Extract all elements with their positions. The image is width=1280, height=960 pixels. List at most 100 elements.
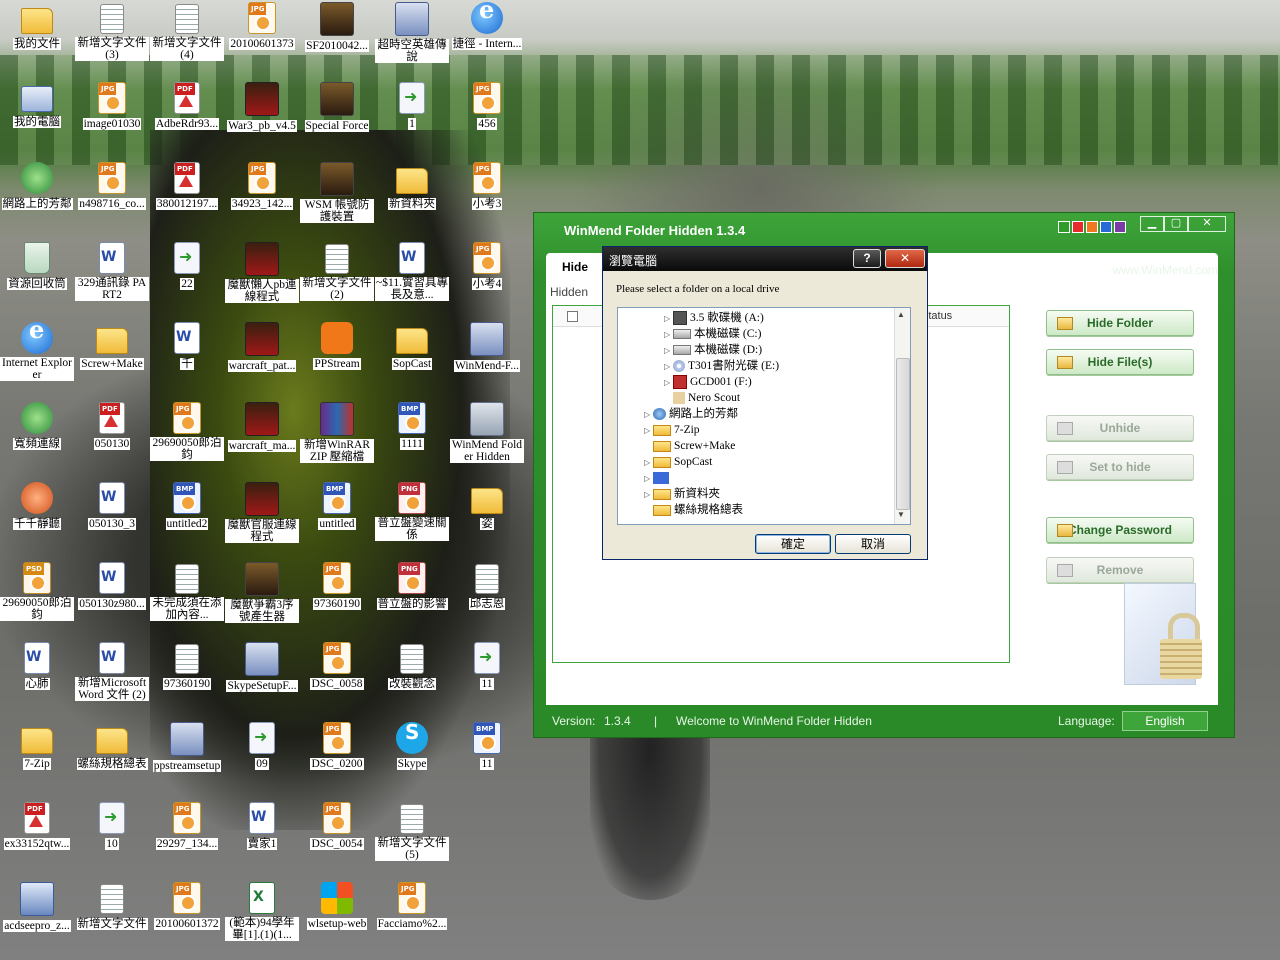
desktop-icon[interactable]: 新增文字文件 (2) xyxy=(300,242,374,303)
remove-button[interactable]: Remove xyxy=(1046,557,1194,583)
desktop-icon[interactable]: 050130 xyxy=(75,402,149,452)
desktop-icon[interactable]: SkypeSetupF... xyxy=(225,642,299,694)
desktop-icon[interactable]: untitled xyxy=(300,482,374,532)
skin-red[interactable] xyxy=(1072,220,1084,233)
desktop-icon[interactable]: DSC_0054 xyxy=(300,802,374,852)
desktop-icon[interactable]: 新增文字文件 (3) xyxy=(75,2,149,63)
desktop-icon[interactable]: 網路上的芳鄰 xyxy=(0,162,74,212)
tree-item[interactable]: ▷ 本機磁碟 (D:) xyxy=(664,342,762,358)
desktop-icon[interactable]: 20100601372 xyxy=(150,882,224,932)
desktop-icon[interactable]: 34923_142... xyxy=(225,162,299,212)
desktop-icon[interactable]: 97360190 xyxy=(300,562,374,612)
desktop-icon[interactable]: Skype xyxy=(375,722,449,772)
desktop-icon[interactable]: 魔獸爭霸3序號產生器 xyxy=(225,562,299,625)
desktop-icon[interactable]: 改裝觀念 xyxy=(375,642,449,692)
desktop-icon[interactable]: 我的電腦 xyxy=(0,82,74,130)
desktop-icon[interactable]: DSC_0058 xyxy=(300,642,374,692)
tree-item[interactable]: Screw+Make xyxy=(644,438,735,454)
desktop-icon[interactable]: 20100601373 xyxy=(225,2,299,52)
desktop-icon[interactable]: 050130_3 xyxy=(75,482,149,532)
desktop-icon[interactable]: 新增Microsoft Word 文件 (2) xyxy=(75,642,149,703)
desktop-icon[interactable]: 普立盤的影響 xyxy=(375,562,449,612)
desktop-icon[interactable]: 22 xyxy=(150,242,224,292)
desktop-icon[interactable]: 050130z980... xyxy=(75,562,149,612)
tree-item[interactable]: Nero Scout xyxy=(664,390,740,406)
tree-item[interactable]: 螺絲規格總表 xyxy=(644,502,743,518)
skin-orange[interactable] xyxy=(1086,220,1098,233)
desktop-icon[interactable]: SF2010042... xyxy=(300,2,374,54)
desktop-icon[interactable]: untitled2 xyxy=(150,482,224,532)
tree-item[interactable]: ▷ 網路上的芳鄰 xyxy=(644,406,738,422)
folder-tree[interactable]: ▲ ▼ ▷ 3.5 軟碟機 (A:) ▷ 本機磁碟 (C:) ▷ 本機磁碟 (D:) ▷ T3… xyxy=(617,307,911,525)
desktop-icon[interactable]: ppstreamsetup xyxy=(150,722,224,774)
tree-item[interactable]: ▷ GCD001 (F:) xyxy=(664,374,752,390)
desktop-icon[interactable]: 380012197... xyxy=(150,162,224,212)
desktop-icon[interactable]: warcraft_ma... xyxy=(225,402,299,454)
desktop-icon[interactable]: n498716_co... xyxy=(75,162,149,212)
desktop-icon[interactable]: 寬頻連線 xyxy=(0,402,74,452)
select-all-checkbox[interactable] xyxy=(567,311,578,322)
tree-item[interactable]: ▷ 本機磁碟 (C:) xyxy=(664,326,761,342)
desktop-icon[interactable]: 7-Zip xyxy=(0,722,74,772)
scroll-up-arrow[interactable]: ▲ xyxy=(897,310,905,319)
desktop-icon[interactable]: 新增文字文件 xyxy=(75,882,149,932)
desktop-icon[interactable]: 456 xyxy=(450,82,524,132)
desktop-icon[interactable]: acdseepro_z... xyxy=(0,882,74,934)
expand-icon[interactable]: ▷ xyxy=(644,471,653,487)
change-password-button[interactable]: Change Password xyxy=(1046,517,1194,543)
desktop-icon[interactable]: Facciamo%2... xyxy=(375,882,449,932)
desktop-icon[interactable]: 捷徑 - Intern... xyxy=(450,2,524,52)
desktop-icon[interactable]: 姿 xyxy=(450,482,524,532)
desktop-icon[interactable]: 新增文字文件 (5) xyxy=(375,802,449,863)
desktop-icon[interactable]: SopCast xyxy=(375,322,449,372)
desktop-icon[interactable]: 超時空英雄傳說 xyxy=(375,2,449,65)
skin-purple[interactable] xyxy=(1114,220,1126,233)
desktop-icon[interactable]: 新增WinRAR ZIP 壓縮檔 xyxy=(300,402,374,465)
tree-item[interactable]: ▷ 7-Zip xyxy=(644,422,700,438)
tree-item[interactable]: ▷ 3.5 軟碟機 (A:) xyxy=(664,310,764,326)
desktop-icon[interactable]: 329通訊錄 PART2 xyxy=(75,242,149,303)
set-to-hide-button[interactable]: Set to hide xyxy=(1046,454,1194,480)
desktop-icon[interactable]: 我的文件 xyxy=(0,2,74,52)
dialog-close-button[interactable]: ✕ xyxy=(885,249,925,268)
desktop-icon[interactable]: 普立盤變速關係 xyxy=(375,482,449,543)
cancel-button[interactable]: 取消 xyxy=(835,534,911,554)
close-button[interactable]: ✕ xyxy=(1188,216,1226,232)
desktop-icon[interactable]: 09 xyxy=(225,722,299,772)
tree-item[interactable]: ▷ xyxy=(644,470,672,486)
desktop-icon[interactable]: (範本)94學年畢[1].(1)(1... xyxy=(225,882,299,943)
desktop-icon[interactable]: 螺絲規格總表 xyxy=(75,722,149,772)
desktop-icon[interactable]: 11 xyxy=(450,722,524,772)
desktop-icon[interactable]: 千千靜聽 xyxy=(0,482,74,532)
tree-item[interactable]: ▷ SopCast xyxy=(644,454,712,470)
expand-icon[interactable]: ▷ xyxy=(664,311,673,327)
hide-folder-button[interactable]: Hide Folder xyxy=(1046,310,1194,336)
desktop-icon[interactable]: Screw+Make xyxy=(75,322,149,372)
expand-icon[interactable]: ▷ xyxy=(644,487,653,503)
desktop-icon[interactable]: image01030 xyxy=(75,82,149,132)
skin-blue[interactable] xyxy=(1100,220,1112,233)
expand-icon[interactable]: ▷ xyxy=(664,327,673,343)
expand-icon[interactable]: ▷ xyxy=(664,343,673,359)
expand-icon[interactable]: ▷ xyxy=(644,423,653,439)
expand-icon[interactable]: ▷ xyxy=(644,455,653,471)
minimize-button[interactable]: ▁ xyxy=(1140,216,1164,232)
expand-icon[interactable]: ▷ xyxy=(664,359,673,375)
desktop-icon[interactable]: War3_pb_v4.5 xyxy=(225,82,299,134)
desktop-icon[interactable]: 魔獸懶人pb連線程式 xyxy=(225,242,299,305)
desktop-icon[interactable]: 小考4 xyxy=(450,242,524,292)
desktop-icon[interactable]: 11 xyxy=(450,642,524,692)
desktop-icon[interactable]: 魔獸官服連線程式 xyxy=(225,482,299,545)
desktop-icon[interactable]: 97360190 xyxy=(150,642,224,692)
desktop-icon[interactable]: Internet Explorer xyxy=(0,322,74,383)
desktop-icon[interactable]: DSC_0200 xyxy=(300,722,374,772)
hide-files-button[interactable]: Hide File(s) xyxy=(1046,349,1194,375)
desktop-icon[interactable]: 1 xyxy=(375,82,449,132)
desktop-icon[interactable]: WinMend-F... xyxy=(450,322,524,374)
tree-item[interactable]: ▷ 新資料夾 xyxy=(644,486,720,502)
skin-green[interactable] xyxy=(1058,220,1070,233)
desktop-icon[interactable]: 1111 xyxy=(375,402,449,452)
scroll-down-arrow[interactable]: ▼ xyxy=(897,510,905,519)
expand-icon[interactable]: ▷ xyxy=(664,375,673,391)
desktop-icon[interactable]: warcraft_pat... xyxy=(225,322,299,374)
